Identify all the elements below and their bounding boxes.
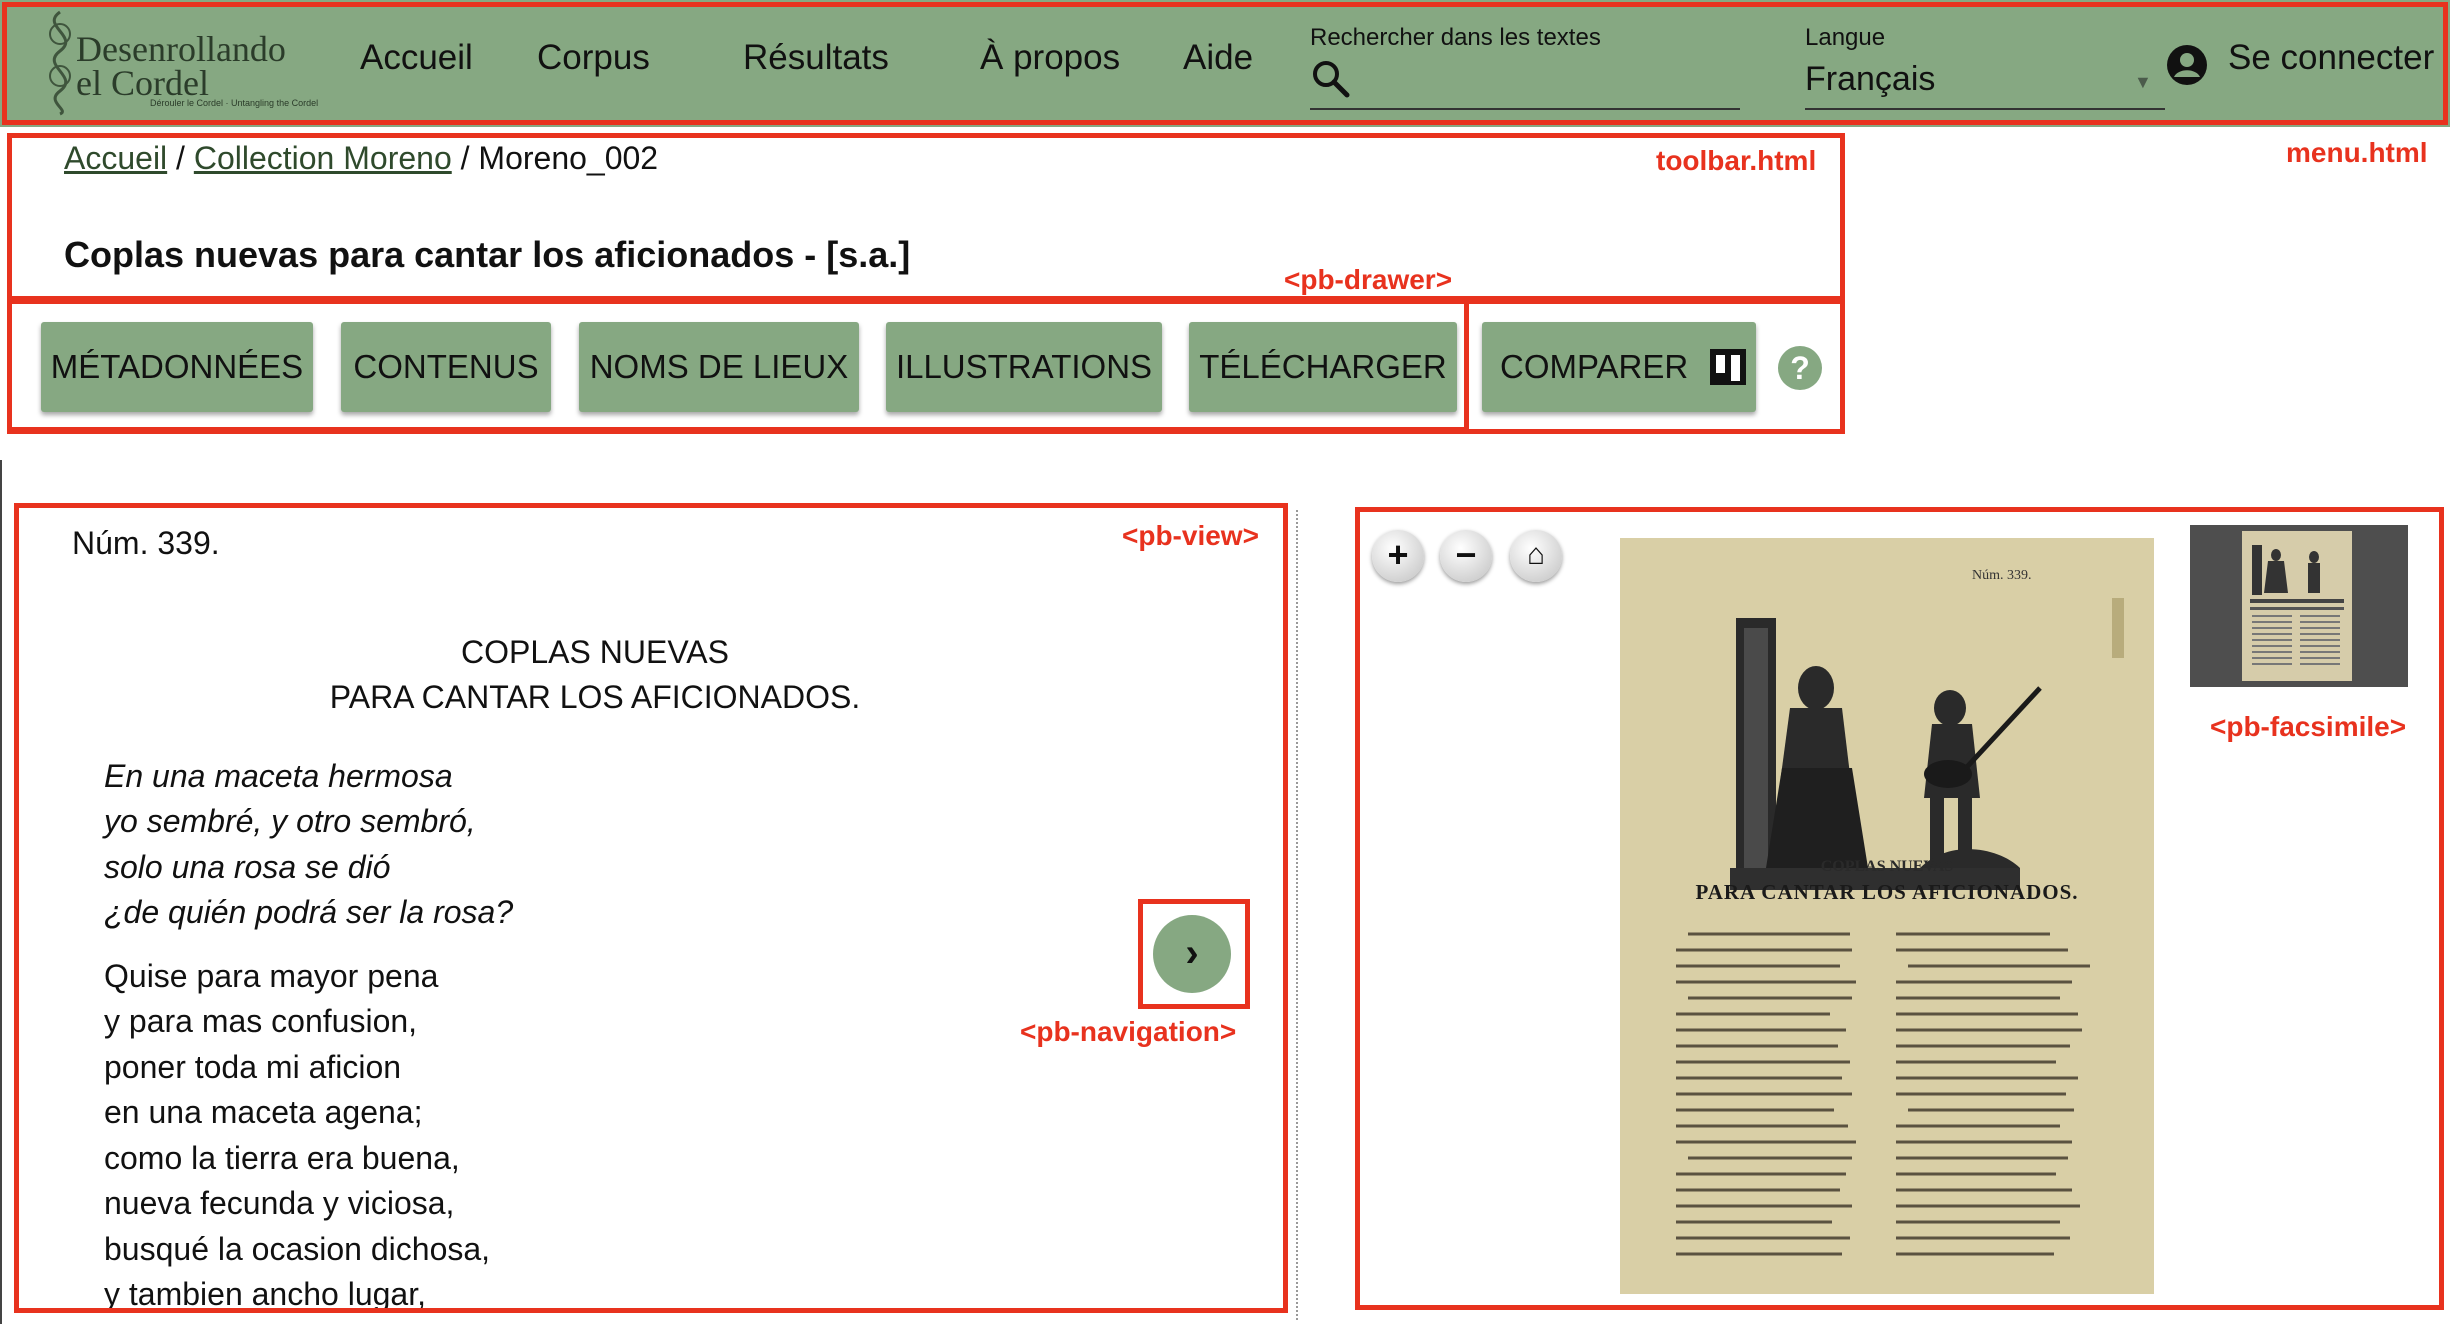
facsimile-annotation-label: <pb-facsimile> xyxy=(2210,711,2407,742)
toolbar-annotation-box xyxy=(7,133,1845,301)
left-edge-line xyxy=(0,460,2,1324)
facsimile-annotation-box xyxy=(1355,507,2444,1310)
menu-annotation-label: menu.html xyxy=(2286,137,2428,168)
drawer-annotation-box xyxy=(7,299,1469,432)
toolbar-annotation-label: toolbar.html xyxy=(1656,145,1817,176)
view-annotation-label: <pb-view> xyxy=(1122,520,1259,551)
menu-annotation-box xyxy=(2,2,2448,125)
panel-divider xyxy=(1296,510,1298,1320)
drawer-annotation-label: <pb-drawer> xyxy=(1284,264,1453,295)
view-annotation-box xyxy=(14,503,1288,1313)
